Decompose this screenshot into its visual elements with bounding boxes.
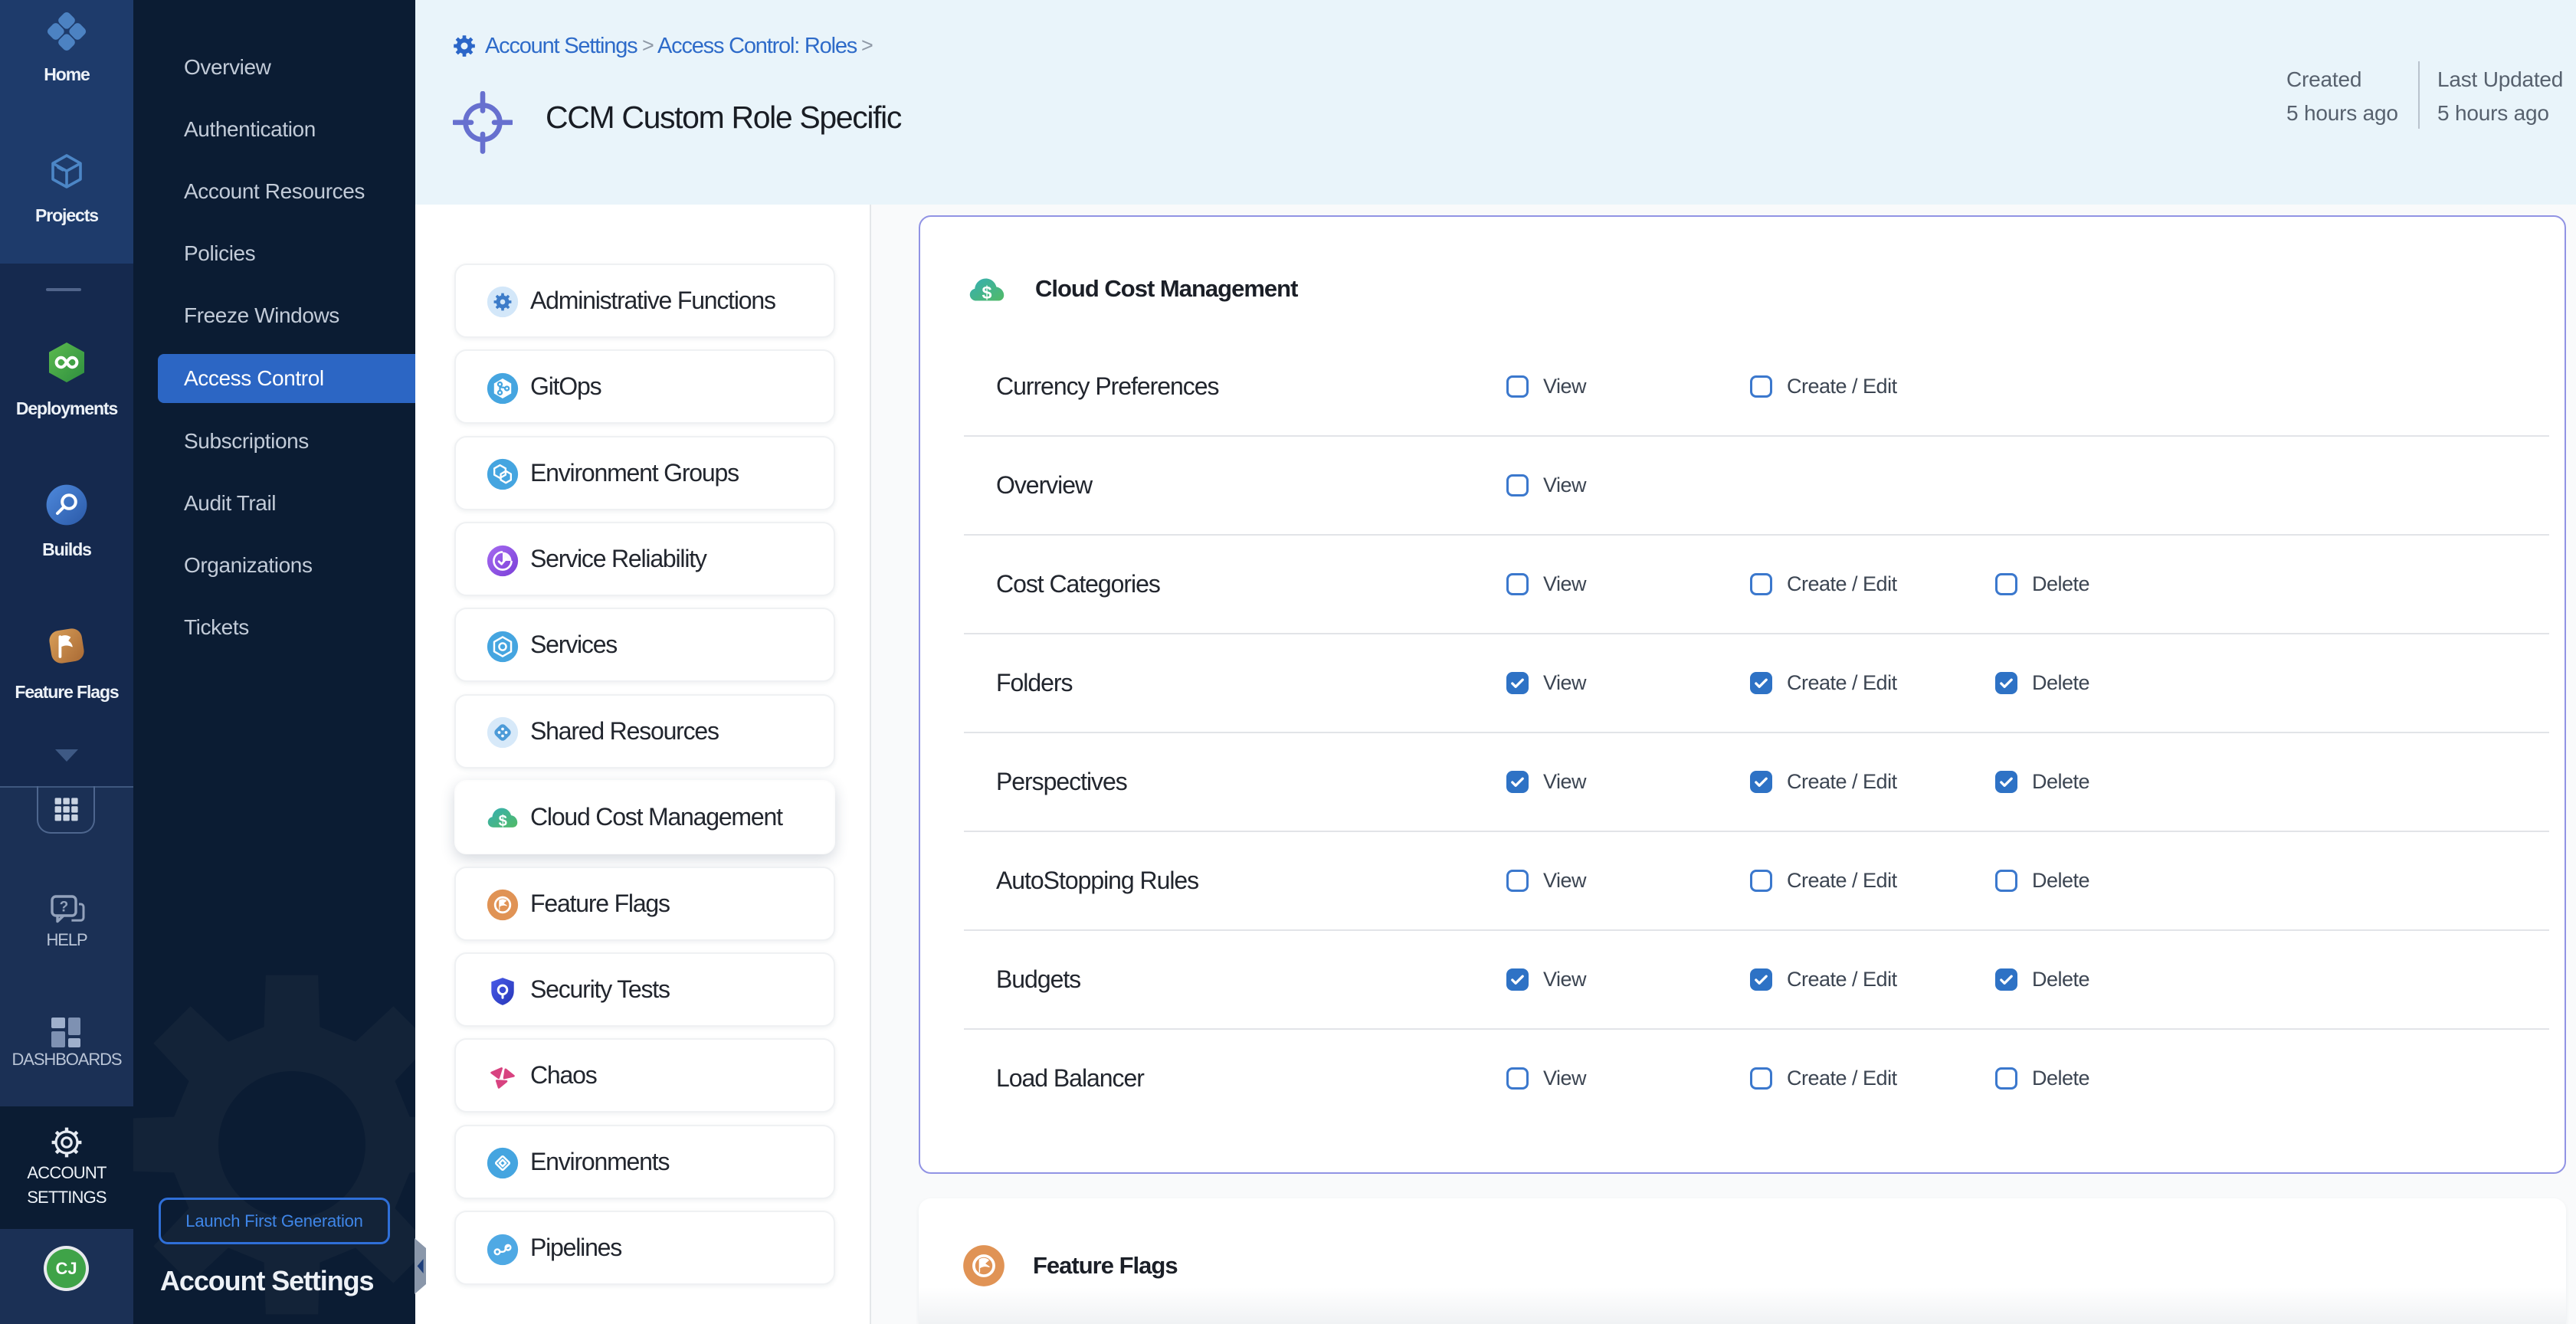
svg-text:$: $	[982, 283, 992, 303]
svg-text:$: $	[499, 813, 507, 830]
svg-text:?: ?	[60, 900, 69, 916]
